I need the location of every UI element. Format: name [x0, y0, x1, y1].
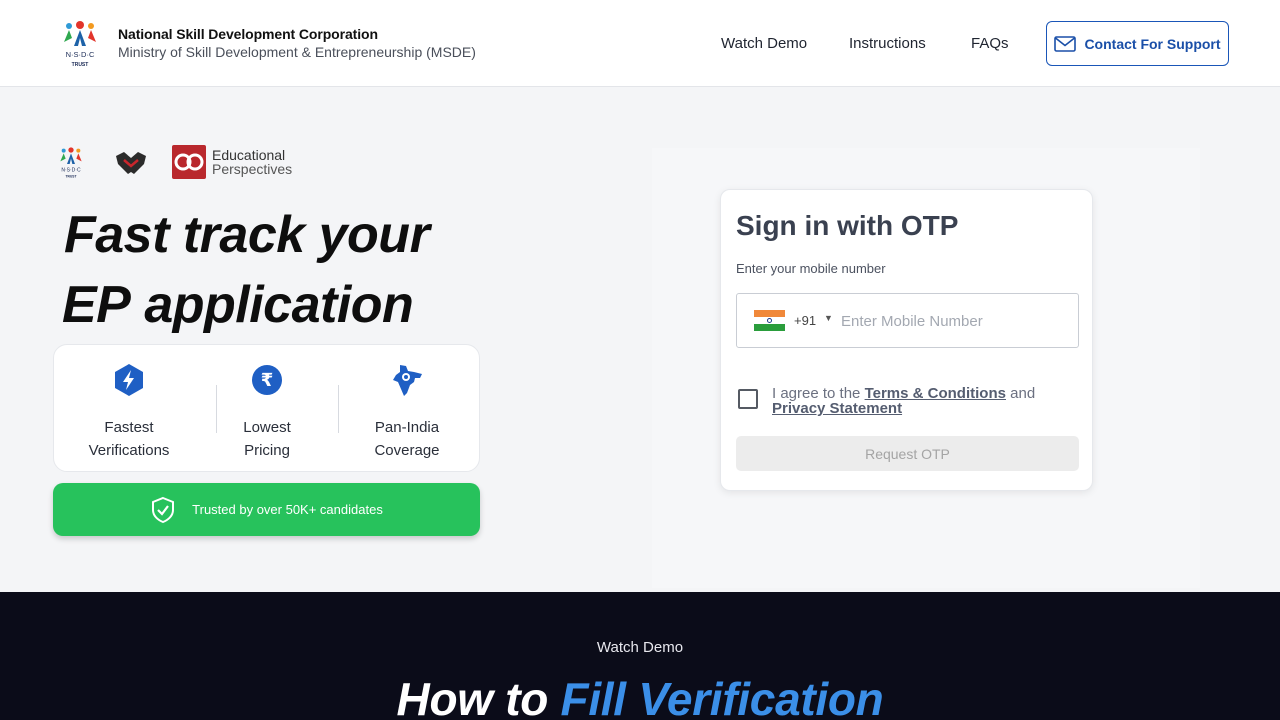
- trusted-text: Trusted by over 50K+ candidates: [192, 502, 383, 517]
- org-subtitle: Ministry of Skill Development & Entrepre…: [118, 44, 476, 60]
- country-code[interactable]: +91: [794, 313, 816, 328]
- terms-checkbox[interactable]: [738, 389, 758, 409]
- india-map-icon: [393, 365, 422, 396]
- org-name: National Skill Development Corporation: [118, 26, 378, 42]
- agree-text: I agree to the Terms & Conditions and Pr…: [772, 386, 1035, 416]
- mobile-input[interactable]: [841, 308, 1071, 334]
- headline-line-1: Fast track your: [64, 206, 430, 264]
- privacy-link[interactable]: Privacy Statement: [772, 400, 902, 417]
- feature-2-line-2: Pricing: [244, 442, 290, 459]
- contact-support-button[interactable]: Contact For Support: [1046, 21, 1229, 66]
- feature-1-line-1: Fastest: [104, 419, 154, 436]
- features-card: Fastest Verifications ₹ Lowest Pricing Pan…: [53, 344, 480, 472]
- mobile-label: Enter your mobile number: [736, 261, 886, 276]
- org-info: National Skill Development Corporation M…: [118, 26, 476, 60]
- svg-text:TRUST: TRUST: [65, 174, 76, 178]
- mobile-field: +91 ▼: [736, 293, 1079, 348]
- agree-row: I agree to the Terms & Conditions and Pr…: [738, 386, 1035, 416]
- svg-text:TRUST: TRUST: [72, 62, 89, 68]
- demo-subtitle: Watch Demo: [596, 639, 684, 656]
- rupee-icon: ₹: [252, 365, 282, 395]
- nav-instructions[interactable]: Instructions: [849, 35, 926, 52]
- feature-3-line-2: Coverage: [374, 442, 440, 459]
- feature-3-line-1: Pan-India: [374, 419, 440, 436]
- india-flag-icon[interactable]: [754, 310, 785, 331]
- request-otp-button[interactable]: Request OTP: [736, 436, 1079, 471]
- feature-lowest: ₹ Lowest Pricing: [202, 363, 332, 462]
- svg-text:₹: ₹: [261, 370, 274, 391]
- bolt-shield-icon: [115, 364, 143, 396]
- feature-2-line-1: Lowest: [243, 419, 291, 436]
- nsdc-logo[interactable]: N·S·D·C TRUST: [52, 16, 108, 70]
- nav-faqs[interactable]: FAQs: [971, 35, 1009, 52]
- demo-title-1: How to: [396, 673, 561, 720]
- demo-title: How to Fill Verification: [0, 672, 1280, 720]
- svg-text:N·S·D·C: N·S·D·C: [61, 167, 81, 173]
- feature-pan-india: Pan-India Coverage: [342, 363, 472, 462]
- hero-section: N·S·D·C TRUST Educational Perspectives F…: [0, 88, 1280, 592]
- top-header: N·S·D·C TRUST National Skill Development…: [0, 0, 1280, 87]
- nsdc-small-logo: N·S·D·C TRUST: [60, 147, 82, 178]
- hero-headline: Fast track your EP application: [62, 200, 430, 340]
- headline-line-2: EP application: [62, 270, 429, 340]
- demo-section: Watch Demo How to Fill Verification: [0, 592, 1280, 720]
- headline-application: application: [130, 276, 414, 334]
- svg-text:N·S·D·C: N·S·D·C: [66, 50, 95, 59]
- nav-watch-demo[interactable]: Watch Demo: [721, 35, 807, 52]
- chevron-down-icon[interactable]: ▼: [824, 313, 833, 323]
- educational-perspectives-logo: Educational Perspectives: [172, 145, 292, 179]
- signin-card: Sign in with OTP Enter your mobile numbe…: [720, 189, 1093, 491]
- feature-divider: [338, 385, 339, 433]
- shield-check-icon: [152, 496, 175, 523]
- demo-title-2: Fill Verification: [560, 673, 884, 720]
- agree-and: and: [1005, 385, 1036, 402]
- feature-fastest: Fastest Verifications: [64, 363, 194, 462]
- partner-logos: N·S·D·C TRUST Educational Perspectives: [52, 144, 292, 180]
- headline-ep: EP: [62, 276, 131, 334]
- trusted-banner: Trusted by over 50K+ candidates: [53, 483, 480, 536]
- feature-1-line-2: Verifications: [88, 442, 170, 459]
- ep-text-2: Perspectives: [212, 161, 293, 177]
- ep-text-1: Educational: [212, 147, 286, 163]
- contact-support-label: Contact For Support: [1084, 35, 1221, 52]
- signin-title: Sign in with OTP: [736, 210, 959, 241]
- ep-mark-icon: [172, 145, 206, 179]
- handshake-icon: [116, 152, 146, 174]
- mail-icon: [1054, 35, 1077, 52]
